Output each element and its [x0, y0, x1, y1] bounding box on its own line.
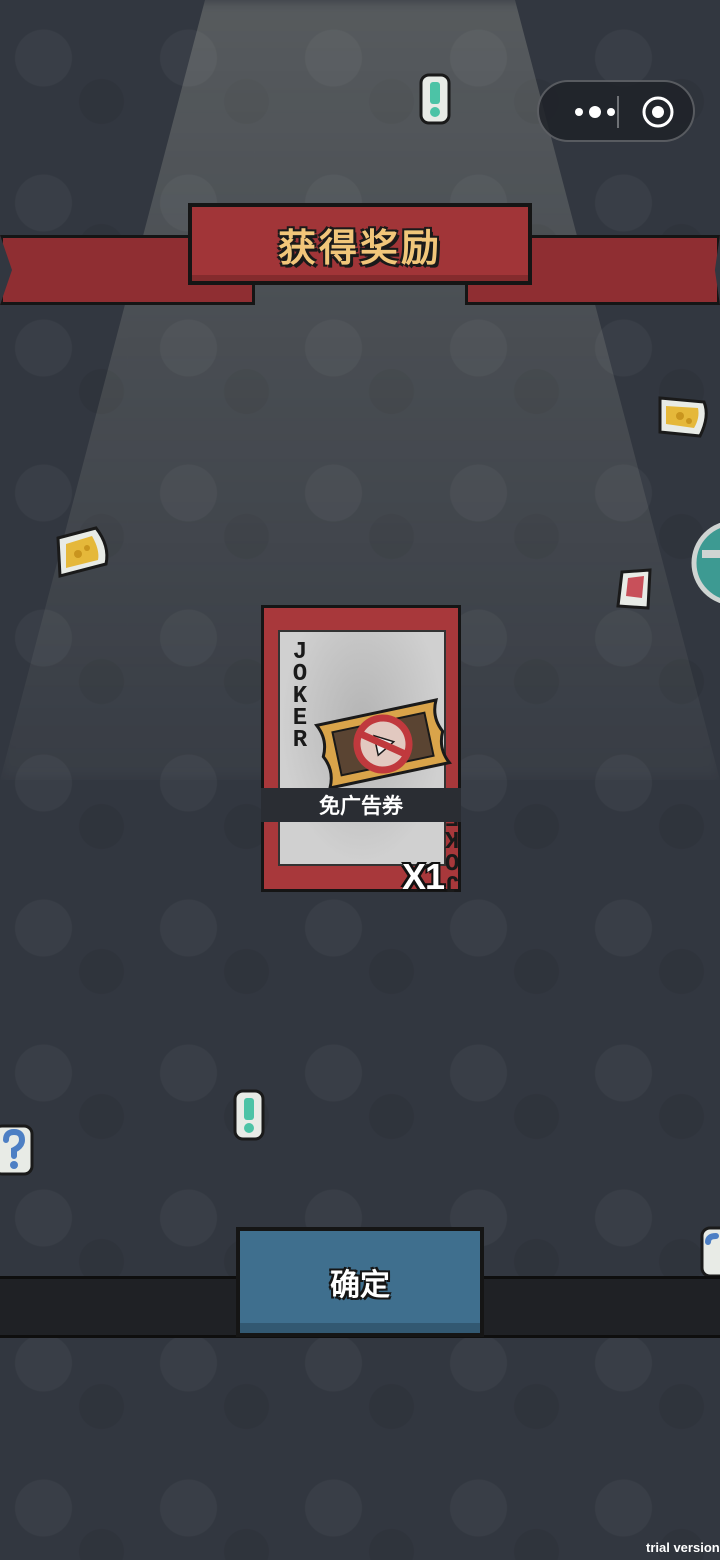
no-ad-ticket-icon — [313, 698, 453, 790]
cheese-sticker-icon — [658, 396, 708, 438]
reward-banner: 获得奖励 — [188, 203, 532, 285]
confirm-button-label: 确定 — [330, 1268, 390, 1303]
question-sticker-icon — [700, 1226, 720, 1278]
capsule-divider — [617, 96, 619, 128]
paper-sticker-icon — [616, 568, 652, 610]
close-target-icon[interactable] — [641, 95, 675, 129]
reward-quantity: X1 — [402, 856, 445, 897]
reward-item-name: 免广告券 — [319, 794, 403, 818]
cheese-sticker-icon — [56, 526, 109, 578]
confirm-button[interactable]: 确定 — [236, 1227, 484, 1337]
banner-title: 获得奖励 — [277, 225, 442, 270]
card-label-bar: 免广告券 — [261, 788, 461, 822]
trial-version-watermark: trial version — [646, 1540, 720, 1555]
reward-card: JOKER JOKER 免广告券 X1 — [261, 605, 461, 897]
question-sticker-icon — [0, 1124, 34, 1176]
card-face: JOKER JOKER — [278, 630, 459, 895]
more-dots-icon[interactable] — [559, 94, 631, 130]
side-coin-icon — [691, 522, 720, 604]
exclamation-sticker-icon — [233, 1089, 265, 1141]
miniprogram-capsule — [537, 80, 695, 142]
exclamation-sticker-icon — [419, 73, 451, 125]
